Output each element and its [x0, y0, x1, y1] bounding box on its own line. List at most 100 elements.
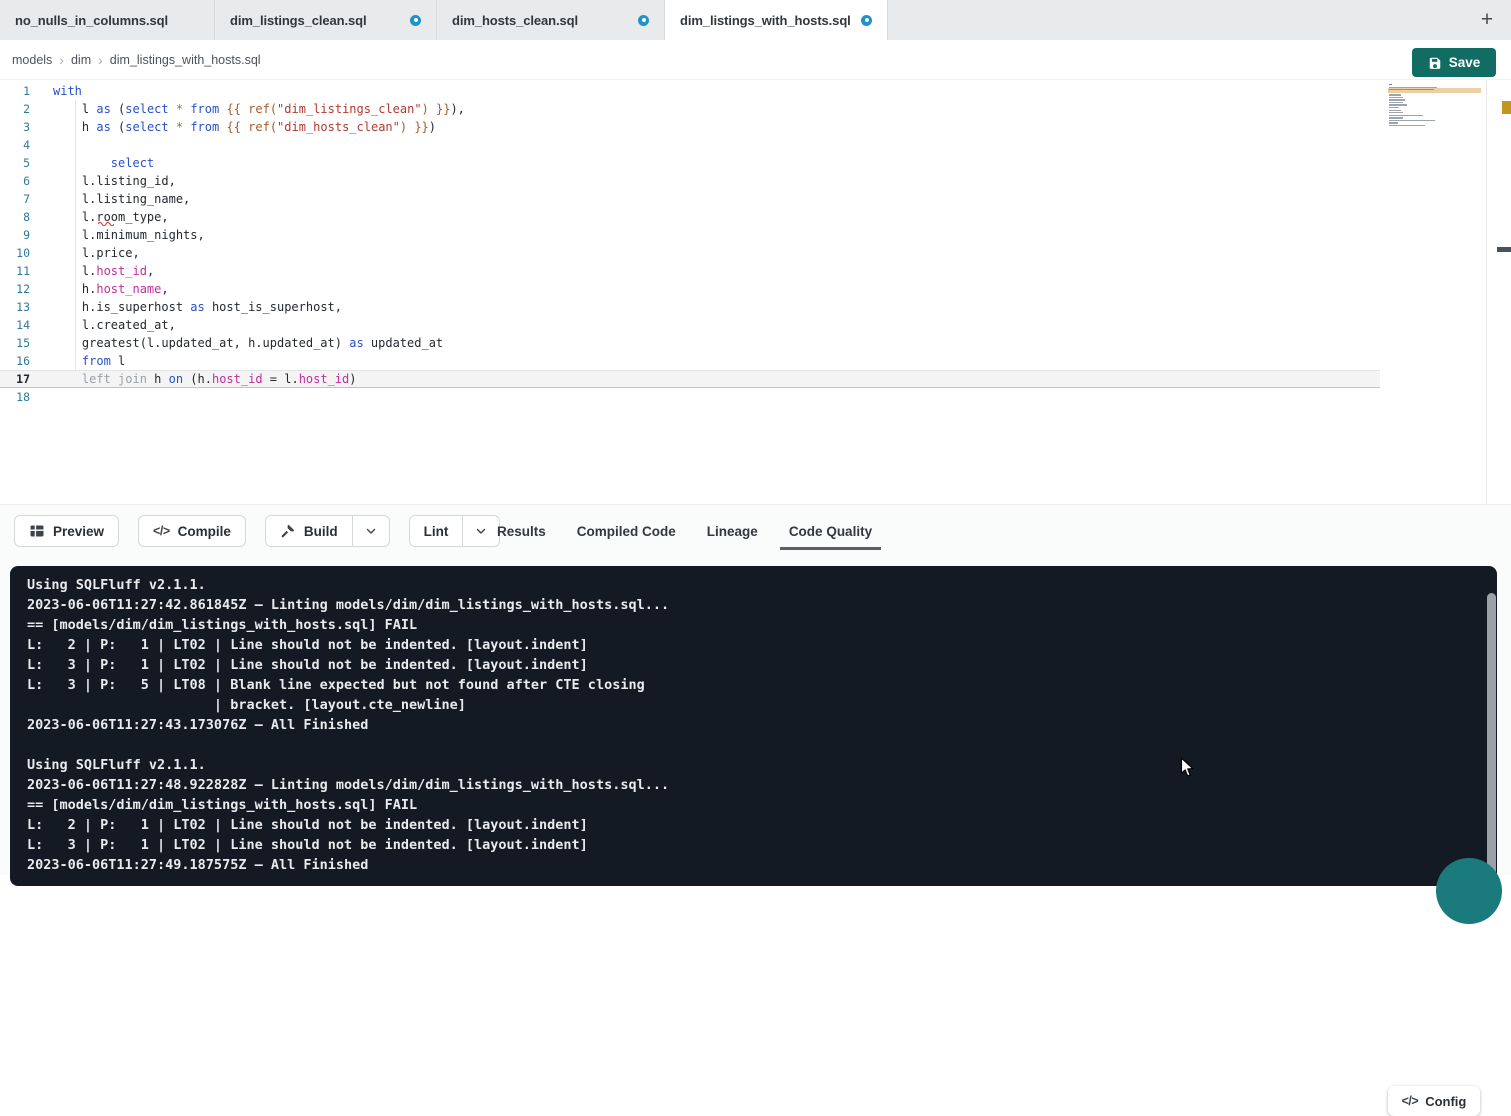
- tab-2[interactable]: dim_listings_clean.sql: [215, 0, 437, 40]
- modified-dot-icon: [410, 15, 421, 26]
- minimap-line: [1389, 117, 1403, 118]
- code-text: l.listing_name,: [53, 190, 190, 208]
- minimap-line: [1389, 112, 1403, 113]
- minimap-line: [1389, 94, 1401, 95]
- tab-1[interactable]: no_nulls_in_columns.sql: [0, 0, 215, 40]
- code-text: with: [53, 82, 82, 100]
- breadcrumb-separator-icon: ›: [98, 53, 103, 67]
- tab-label: dim_listings_with_hosts.sql: [680, 13, 851, 28]
- build-button: Build: [265, 515, 390, 547]
- code-line-16[interactable]: 16 from l: [0, 352, 1511, 370]
- terminal-output: Using SQLFluff v2.1.1. 2023-06-06T11:27:4…: [10, 566, 1497, 886]
- code-line-5[interactable]: 5 select: [0, 154, 1511, 172]
- minimap-line: [1389, 115, 1423, 116]
- code-line-17[interactable]: 17 left join h on (h.host_id = l.host_id…: [0, 370, 1380, 388]
- code-line-18[interactable]: 18: [0, 388, 1511, 406]
- code-editor[interactable]: 1with2 l as (select * from {{ ref("dim_l…: [0, 80, 1511, 504]
- line-number: 14: [0, 318, 30, 332]
- terminal-line: L: 2 | P: 1 | LT02 | Line should not be …: [27, 815, 1497, 835]
- code-line-15[interactable]: 15 greatest(l.updated_at, h.updated_at) …: [0, 334, 1511, 352]
- minimap[interactable]: [1388, 84, 1481, 136]
- tab-bar: no_nulls_in_columns.sql dim_listings_clea…: [0, 0, 1511, 40]
- panel-tab-code-quality[interactable]: Code Quality: [789, 524, 872, 539]
- terminal-scrollbar[interactable]: [1487, 593, 1496, 876]
- code-line-2[interactable]: 2 l as (select * from {{ ref("dim_listin…: [0, 100, 1511, 118]
- code-line-8[interactable]: 8 l.room_type,: [0, 208, 1511, 226]
- line-number: 2: [0, 102, 30, 116]
- code-line-9[interactable]: 9 l.minimum_nights,: [0, 226, 1511, 244]
- minimap-line: [1389, 89, 1434, 90]
- tab-4[interactable]: dim_listings_with_hosts.sql: [665, 0, 888, 40]
- code-text: from l: [53, 352, 125, 370]
- compile-button: </>Compile: [138, 515, 246, 547]
- panel-tab-lineage[interactable]: Lineage: [707, 524, 758, 539]
- panel-tab-results[interactable]: Results: [497, 524, 546, 539]
- breadcrumb: models›dim›dim_listings_with_hosts.sql: [0, 40, 1511, 80]
- terminal-lines: Using SQLFluff v2.1.1. 2023-06-06T11:27:4…: [27, 575, 1497, 875]
- code-line-3[interactable]: 3 h as (select * from {{ ref("dim_hosts_…: [0, 118, 1511, 136]
- compile-main-button[interactable]: </>Compile: [139, 516, 245, 546]
- new-tab-button[interactable]: +: [1472, 0, 1502, 40]
- build-main-button[interactable]: Build: [266, 516, 352, 546]
- terminal-line: 2023-06-06T11:27:48.922828Z — Linting mo…: [27, 775, 1497, 795]
- code-line-11[interactable]: 11 l.host_id,: [0, 262, 1511, 280]
- build-label: Build: [304, 524, 338, 539]
- terminal-line: 2023-06-06T11:27:43.173076Z — All Finish…: [27, 715, 1497, 735]
- line-number: 13: [0, 300, 30, 314]
- minimap-line: [1389, 107, 1399, 108]
- terminal-line: 2023-06-06T11:27:49.187575Z — All Finish…: [27, 855, 1497, 875]
- terminal-line: | bracket. [layout.cte_newline]: [27, 695, 1497, 715]
- floppy-disk-icon: [1428, 56, 1442, 70]
- code-text: left join h on (h.host_id = l.host_id): [53, 370, 357, 388]
- code-line-12[interactable]: 12 h.host_name,: [0, 280, 1511, 298]
- modified-dot-icon: [638, 15, 649, 26]
- editor-lines: 1with2 l as (select * from {{ ref("dim_l…: [0, 82, 1511, 406]
- line-number: 7: [0, 192, 30, 206]
- code-text: l as (select * from {{ ref("dim_listings…: [53, 100, 465, 118]
- code-line-4[interactable]: 4: [0, 136, 1511, 154]
- minimap-line: [1389, 110, 1401, 111]
- tab-3[interactable]: dim_hosts_clean.sql: [437, 0, 665, 40]
- line-number: 15: [0, 336, 30, 350]
- scrollbar-warning-marker-icon: [1502, 101, 1511, 114]
- line-number: 17: [0, 372, 30, 386]
- modified-dot-icon: [861, 15, 872, 26]
- code-line-1[interactable]: 1 with: [0, 82, 1511, 100]
- scrollbar-cursor-marker-icon: [1497, 247, 1511, 252]
- minimap-line: [1389, 125, 1425, 126]
- code-text: l.created_at,: [53, 316, 176, 334]
- build-dropdown-button[interactable]: [352, 516, 389, 546]
- lint-main-button[interactable]: Lint: [410, 516, 463, 546]
- minimap-line: [1389, 97, 1403, 98]
- code-line-7[interactable]: 7 l.listing_name,: [0, 190, 1511, 208]
- panel-tab-compiled-code[interactable]: Compiled Code: [577, 524, 676, 539]
- help-chat-bubble[interactable]: [1436, 858, 1502, 924]
- terminal-line: [27, 735, 1497, 755]
- breadcrumb-item: dim_listings_with_hosts.sql: [110, 53, 261, 67]
- breadcrumb-separator-icon: ›: [59, 53, 64, 67]
- line-number: 1: [0, 84, 30, 98]
- code-text: l.price,: [53, 244, 140, 262]
- terminal-line: L: 3 | P: 1 | LT02 | Line should not be …: [27, 655, 1497, 675]
- line-number: 9: [0, 228, 30, 242]
- line-number: 12: [0, 282, 30, 296]
- chevron-down-icon: [474, 524, 488, 538]
- code-line-6[interactable]: 6 l.listing_id,: [0, 172, 1511, 190]
- bottom-panel: Preview </>Compile Build Lint Results Compil…: [0, 504, 1511, 875]
- save-button[interactable]: Save: [1412, 48, 1496, 77]
- code-line-13[interactable]: 13 h.is_superhost as host_is_superhost,: [0, 298, 1511, 316]
- code-text: select: [53, 154, 154, 172]
- terminal-line: Using SQLFluff v2.1.1.: [27, 575, 1497, 595]
- hammer-icon: [280, 523, 296, 539]
- minimap-line: [1389, 104, 1407, 105]
- lint-dropdown-button[interactable]: [462, 516, 499, 546]
- editor-right-divider: [1486, 80, 1487, 504]
- line-number: 5: [0, 156, 30, 170]
- terminal-line: L: 3 | P: 1 | LT02 | Line should not be …: [27, 835, 1497, 855]
- code-line-10[interactable]: 10 l.price,: [0, 244, 1511, 262]
- tab-label: dim_listings_clean.sql: [230, 13, 367, 28]
- preview-main-button[interactable]: Preview: [15, 516, 118, 546]
- code-text: l.minimum_nights,: [53, 226, 205, 244]
- code-line-14[interactable]: 14 l.created_at,: [0, 316, 1511, 334]
- config-button[interactable]: </> Config: [1388, 1086, 1480, 1116]
